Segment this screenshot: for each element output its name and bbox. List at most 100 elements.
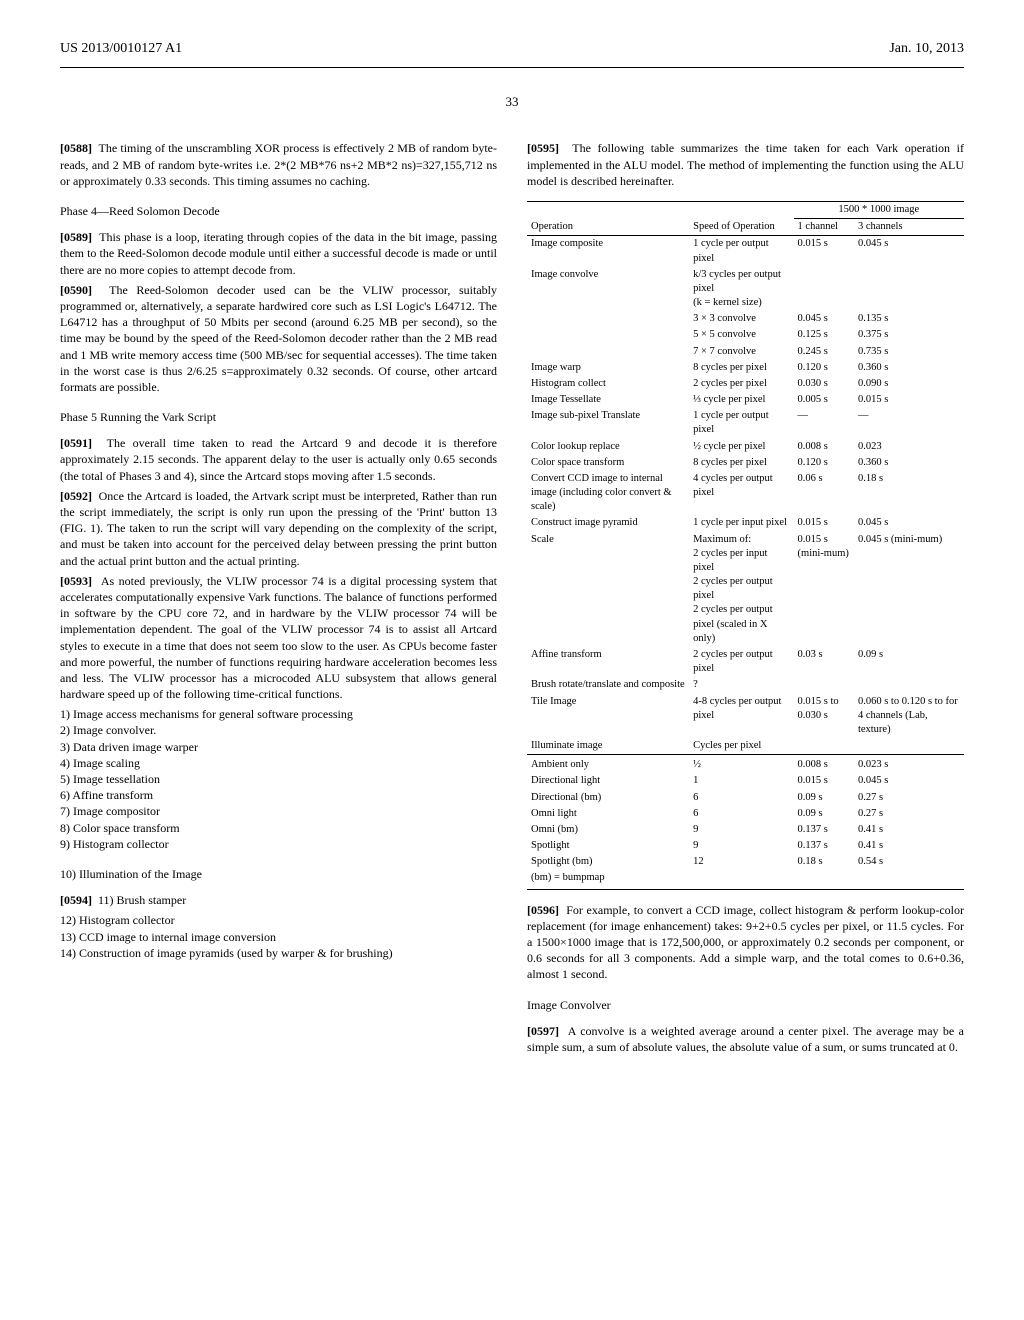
table-cell: 7 × 7 convolve	[689, 344, 793, 360]
table-cell: 0.41 s	[854, 838, 964, 854]
list-item: 13) CCD image to internal image conversi…	[60, 929, 497, 945]
phase-5-heading: Phase 5 Running the Vark Script	[60, 409, 497, 425]
table-cell: 0.045 s	[854, 515, 964, 531]
table-cell: 0.09 s	[794, 806, 854, 822]
table-cell: ⅓ cycle per pixel	[689, 392, 793, 408]
table-row: Image composite1 cycle per output pixel0…	[527, 236, 964, 267]
table-cell: 0.09 s	[854, 647, 964, 677]
col-operation: Operation	[527, 219, 689, 236]
list-item: 6) Affine transform	[60, 787, 497, 803]
para-text: The timing of the unscrambling XOR proce…	[60, 141, 497, 187]
list-item: 1) Image access mechanisms for general s…	[60, 706, 497, 722]
table-row: Directional light10.015 s0.045 s	[527, 773, 964, 789]
table-cell: Color space transform	[527, 455, 689, 471]
table-cell: 1	[689, 773, 793, 789]
paragraph-0590: [0590] The Reed-Solomon decoder used can…	[60, 282, 497, 395]
para-label: [0593]	[60, 574, 92, 588]
table-cell: Cycles per pixel	[689, 738, 793, 755]
table-cell: 3 × 3 convolve	[689, 311, 793, 327]
table-cell: Directional (bm)	[527, 790, 689, 806]
table-cell: ?	[689, 677, 793, 693]
paragraph-0596: [0596] For example, to convert a CCD ima…	[527, 902, 964, 983]
table-cell: 0.023 s	[854, 757, 964, 773]
table-cell	[854, 738, 964, 755]
para-label: [0596]	[527, 903, 559, 917]
left-column: [0588] The timing of the unscrambling XO…	[60, 140, 497, 1059]
paragraph-0588: [0588] The timing of the unscrambling XO…	[60, 140, 497, 189]
table-cell: Image warp	[527, 360, 689, 376]
table-cell: 0.375 s	[854, 327, 964, 343]
table-cell: 1 cycle per output pixel	[689, 408, 793, 438]
para-text: For example, to convert a CCD image, col…	[527, 903, 964, 982]
table-cell: 0.54 s	[854, 854, 964, 870]
table-cell: 0.18 s	[794, 854, 854, 870]
table-cell: 6	[689, 790, 793, 806]
table-row: Spotlight90.137 s0.41 s	[527, 838, 964, 854]
publication-date: Jan. 10, 2013	[889, 40, 964, 59]
two-column-layout: [0588] The timing of the unscrambling XO…	[60, 140, 964, 1059]
paragraph-0592: [0592] Once the Artcard is loaded, the A…	[60, 488, 497, 569]
table-row: 5 × 5 convolve0.125 s0.375 s	[527, 327, 964, 343]
para-text: Once the Artcard is loaded, the Artvark …	[60, 489, 497, 568]
table-cell	[794, 267, 854, 312]
table-cell: 9	[689, 838, 793, 854]
paragraph-0591: [0591] The overall time taken to read th…	[60, 435, 497, 484]
table-cell: 1 cycle per output pixel	[689, 236, 793, 267]
para-text: The overall time taken to read the Artca…	[60, 436, 497, 482]
para-text: The following table summarizes the time …	[527, 141, 964, 187]
table-row: ScaleMaximum of: 2 cycles per input pixe…	[527, 532, 964, 647]
table-cell: 0.045 s (mini-mum)	[854, 532, 964, 647]
table-row: Image convolvek/3 cycles per output pixe…	[527, 267, 964, 312]
table-row: Directional (bm)60.09 s0.27 s	[527, 790, 964, 806]
table-cell: 4 cycles per output pixel	[689, 471, 793, 516]
table-cell: 0.015 s	[794, 236, 854, 267]
table-cell: Directional light	[527, 773, 689, 789]
table-cell: 0.045 s	[794, 311, 854, 327]
table-cell: 2 cycles per pixel	[689, 376, 793, 392]
table-row: (bm) = bumpmap	[527, 870, 964, 886]
publication-number: US 2013/0010127 A1	[60, 40, 182, 59]
list-item: 4) Image scaling	[60, 755, 497, 771]
para-label: [0589]	[60, 230, 92, 244]
table-span-header: 1500 * 1000 image	[794, 202, 964, 219]
para-text: This phase is a loop, iterating through …	[60, 230, 497, 276]
paragraph-0593: [0593] As noted previously, the VLIW pro…	[60, 573, 497, 703]
table-cell: 2 cycles per output pixel	[689, 647, 793, 677]
table-cell: 4-8 cycles per output pixel	[689, 694, 793, 739]
table-cell: 0.120 s	[794, 455, 854, 471]
para-text: 11) Brush stamper	[98, 893, 186, 907]
table-cell: Image sub-pixel Translate	[527, 408, 689, 438]
table-cell: 0.015 s (mini-mum)	[794, 532, 854, 647]
table-row: Histogram collect2 cycles per pixel0.030…	[527, 376, 964, 392]
table-cell: 0.360 s	[854, 360, 964, 376]
paragraph-0597: [0597] A convolve is a weighted average …	[527, 1023, 964, 1055]
table-cell: —	[854, 408, 964, 438]
table-cell	[854, 677, 964, 693]
table-cell: 0.015 s	[794, 515, 854, 531]
table-cell: 0.015 s to 0.030 s	[794, 694, 854, 739]
table-cell: Maximum of: 2 cycles per input pixel 2 c…	[689, 532, 793, 647]
table-cell: 0.18 s	[854, 471, 964, 516]
table-row: Omni light60.09 s0.27 s	[527, 806, 964, 822]
list-item: 9) Histogram collector	[60, 836, 497, 852]
list-item: 14) Construction of image pyramids (used…	[60, 945, 497, 961]
table-cell: Convert CCD image to internal image (inc…	[527, 471, 689, 516]
table-cell: 8 cycles per pixel	[689, 455, 793, 471]
table-cell: 6	[689, 806, 793, 822]
table-cell: 0.060 s to 0.120 s to for 4 channels (La…	[854, 694, 964, 739]
table-row: Tile Image4-8 cycles per output pixel0.0…	[527, 694, 964, 739]
table-cell: (bm) = bumpmap	[527, 870, 689, 886]
image-convolver-heading: Image Convolver	[527, 997, 964, 1013]
right-column: [0595] The following table summarizes th…	[527, 140, 964, 1059]
table-cell: Construct image pyramid	[527, 515, 689, 531]
table-cell: 0.27 s	[854, 806, 964, 822]
table-cell	[794, 738, 854, 755]
table-row: Construct image pyramid1 cycle per input…	[527, 515, 964, 531]
table-cell: 0.735 s	[854, 344, 964, 360]
table-cell: 0.090 s	[854, 376, 964, 392]
table-cell: 0.137 s	[794, 838, 854, 854]
table-cell: 0.360 s	[854, 455, 964, 471]
table-cell: 9	[689, 822, 793, 838]
table-cell: 1 cycle per input pixel	[689, 515, 793, 531]
table-row: 3 × 3 convolve0.045 s0.135 s	[527, 311, 964, 327]
